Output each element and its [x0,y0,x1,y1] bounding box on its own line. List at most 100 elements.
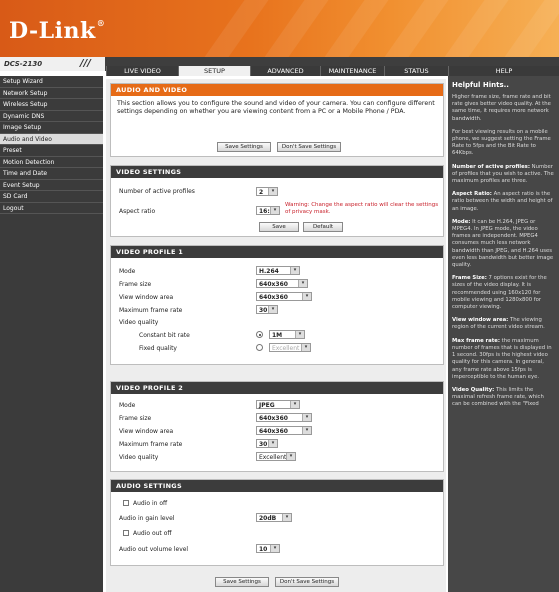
help-text: Frame Size: 7 options exist for the size… [452,275,547,311]
chevron-down-icon: ▾ [286,453,295,460]
chevron-down-icon: ▾ [302,427,311,434]
view-window-select[interactable]: 640x360 ▾ [256,292,312,301]
mode-select[interactable]: H.264 ▾ [256,266,300,275]
frame-size-select[interactable]: 640x360 ▾ [256,279,308,288]
audio-in-off-checkbox[interactable] [123,500,129,506]
bit-rate-select[interactable]: 1M ▾ [269,330,305,339]
default-button[interactable]: Default [303,222,343,232]
chevron-down-icon: ▾ [268,306,277,313]
help-text: Mode: It can be H.264, JPEG or MPEG4. In… [452,218,554,269]
fixed-quality-label: Fixed quality [139,345,177,352]
dont-save-settings-button[interactable]: Don't Save Settings [277,142,341,152]
section-title: AUDIO SETTINGS [111,480,443,492]
chevron-down-icon: ▾ [268,188,277,195]
audio-out-volume-label: Audio out volume level [119,546,189,553]
help-panel: Helpful Hints.. Higher frame size, frame… [448,76,559,592]
audio-out-off-checkbox[interactable] [123,530,129,536]
chevron-down-icon: ▾ [301,344,310,351]
sidebar-item-audio-video[interactable]: Audio and Video [0,133,103,145]
help-title: Helpful Hints.. [452,81,509,89]
chevron-down-icon: ▾ [290,267,299,274]
chevron-down-icon: ▾ [302,414,311,421]
sidebar-item-event-setup[interactable]: Event Setup [0,180,103,191]
aspect-warning: Warning: Change the aspect ratio will cl… [285,202,439,215]
page-title: AUDIO AND VIDEO [111,84,443,96]
sidebar-item-logout[interactable]: Logout [0,203,103,214]
audio-in-off-label: Audio in off [133,500,168,507]
sidebar-item-image-setup[interactable]: Image Setup [0,122,103,134]
chevron-down-icon: ▾ [295,331,304,338]
video-quality-label: Video quality [119,454,159,461]
constant-bit-rate-label: Constant bit rate [139,332,190,339]
view-window-select[interactable]: 640x360 ▾ [256,426,312,435]
sidebar-item-network-setup[interactable]: Network Setup [0,88,103,99]
audio-in-gain-select[interactable]: 20dB ▾ [256,513,292,522]
frame-size-label: Frame size [119,415,152,422]
tab-maintenance[interactable]: MAINTENANCE [320,66,384,76]
mode-label: Mode [119,402,136,409]
active-profiles-select[interactable]: 2 ▾ [256,187,278,196]
help-text: Max frame rate: the maximum number of fr… [452,337,552,380]
tab-setup[interactable]: SETUP [178,66,250,76]
aspect-ratio-select[interactable]: 16:9 ▾ [256,206,280,215]
help-text: Higher frame size, frame rate and bit ra… [452,94,551,122]
chevron-down-icon: ▾ [268,440,277,447]
save-button[interactable]: Save [259,222,299,232]
video-profile-1-panel: VIDEO PROFILE 1 Mode H.264 ▾ Frame size 6… [110,245,444,365]
video-quality-label: Video quality [119,319,159,326]
sidebar-item-dynamic-dns[interactable]: Dynamic DNS [0,111,103,122]
footer-save-settings-button[interactable]: Save Settings [215,577,269,587]
tab-status[interactable]: STATUS [384,66,448,76]
sidebar-item-time-date[interactable]: Time and Date [0,168,103,180]
chevron-down-icon: ▾ [270,207,279,214]
help-text: Number of active profiles: Number of pro… [452,163,554,185]
max-frame-rate-select[interactable]: 30 ▾ [256,439,278,448]
frame-size-label: Frame size [119,281,152,288]
audio-settings-panel: AUDIO SETTINGS Audio in off Audio in gai… [110,479,444,566]
chevron-down-icon: ▾ [290,401,299,408]
video-profile-2-panel: VIDEO PROFILE 2 Mode JPEG ▾ Frame size 64… [110,381,444,472]
sidebar: Setup Wizard Network Setup Wireless Setu… [0,76,103,592]
help-text: Video Quality: This limits the maximal r… [452,386,544,408]
divider-slashes: /// [80,58,91,69]
audio-out-volume-select[interactable]: 10 ▾ [256,544,280,553]
view-window-label: View window area [119,294,174,301]
section-title: VIDEO PROFILE 2 [111,382,443,394]
tab-live-video[interactable]: LIVE VIDEO [106,66,178,76]
tab-advanced[interactable]: ADVANCED [250,66,320,76]
chevron-down-icon: ▾ [282,514,291,521]
section-title: VIDEO PROFILE 1 [111,246,443,258]
help-text: View window area: The viewing region of … [452,317,545,331]
video-settings-panel: VIDEO SETTINGS Number of active profiles… [110,165,444,237]
audio-out-off-label: Audio out off [133,530,172,537]
fixed-quality-select[interactable]: Excellent ▾ [269,343,311,352]
sidebar-item-preset[interactable]: Preset [0,145,103,157]
max-frame-rate-label: Maximum frame rate [119,441,183,448]
brand-header: D-Link® [0,0,559,57]
frame-size-select[interactable]: 640x360 ▾ [256,413,312,422]
intro-panel: AUDIO AND VIDEO This section allows you … [110,83,444,157]
sidebar-item-setup-wizard[interactable]: Setup Wizard [0,76,103,88]
active-profiles-label: Number of active profiles [119,188,195,195]
video-quality-select[interactable]: Excellent ▾ [256,452,296,461]
help-text: Aspect Ratio: An aspect ratio is the rat… [452,191,553,212]
fixed-quality-radio[interactable] [256,344,263,351]
sidebar-item-sd-card[interactable]: SD Card [0,191,103,203]
help-text: For best viewing results on a mobile pho… [452,128,551,157]
sidebar-item-wireless-setup[interactable]: Wireless Setup [0,99,103,111]
constant-bit-rate-radio[interactable] [256,331,263,338]
dlink-logo: D-Link® [9,18,106,44]
intro-text: This section allows you to configure the… [117,100,435,115]
mode-label: Mode [119,268,136,275]
chevron-down-icon: ▾ [302,293,311,300]
tab-help[interactable]: HELP [448,66,559,76]
chevron-down-icon: ▾ [270,545,279,552]
max-frame-rate-select[interactable]: 30 ▾ [256,305,278,314]
section-title: VIDEO SETTINGS [111,166,443,178]
save-settings-button[interactable]: Save Settings [217,142,271,152]
audio-in-gain-label: Audio in gain level [119,515,175,522]
footer-dont-save-settings-button[interactable]: Don't Save Settings [275,577,339,587]
mode-select[interactable]: JPEG ▾ [256,400,300,409]
sidebar-item-motion-detection[interactable]: Motion Detection [0,157,103,168]
max-frame-rate-label: Maximum frame rate [119,307,183,314]
